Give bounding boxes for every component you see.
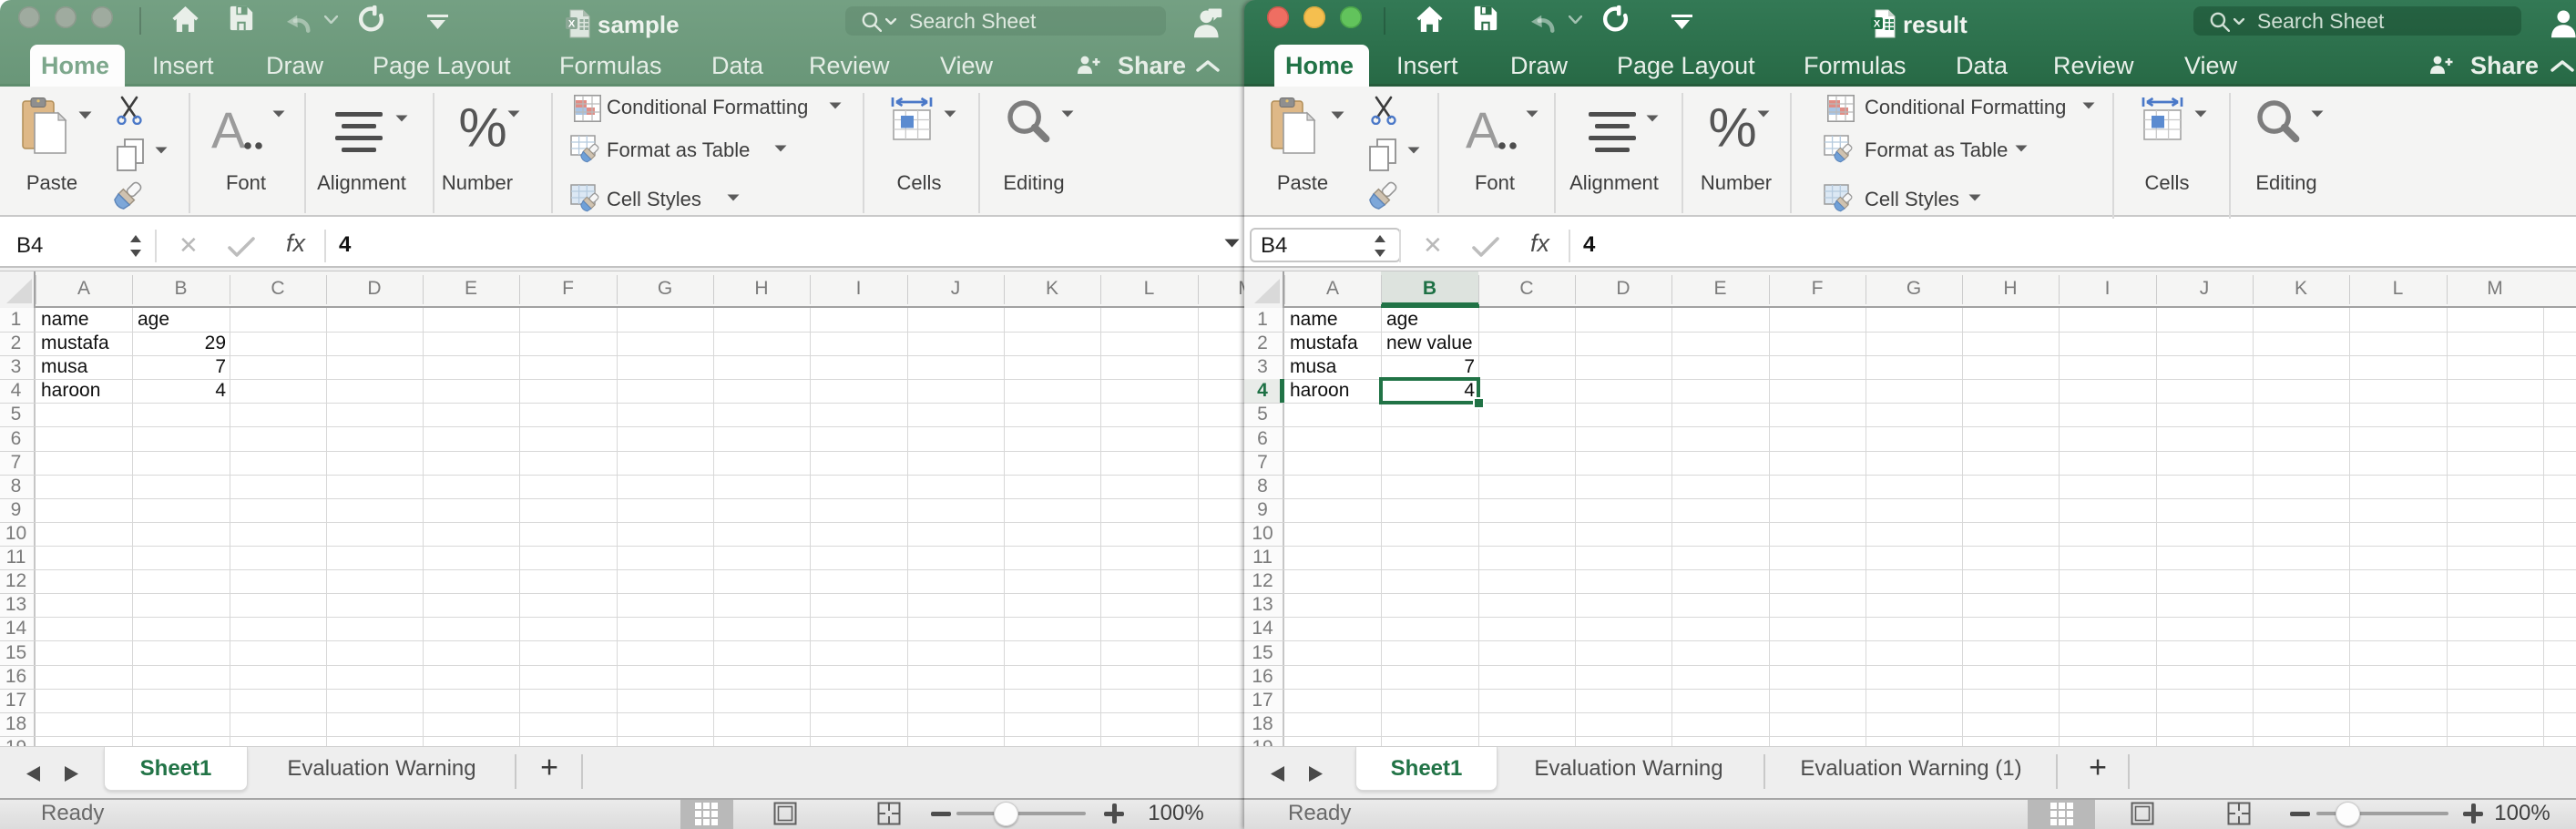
svg-text:X: X: [568, 18, 576, 29]
svg-text:A: A: [211, 106, 246, 159]
svg-text:A: A: [1466, 106, 1500, 159]
svg-text:X: X: [1874, 18, 1881, 29]
